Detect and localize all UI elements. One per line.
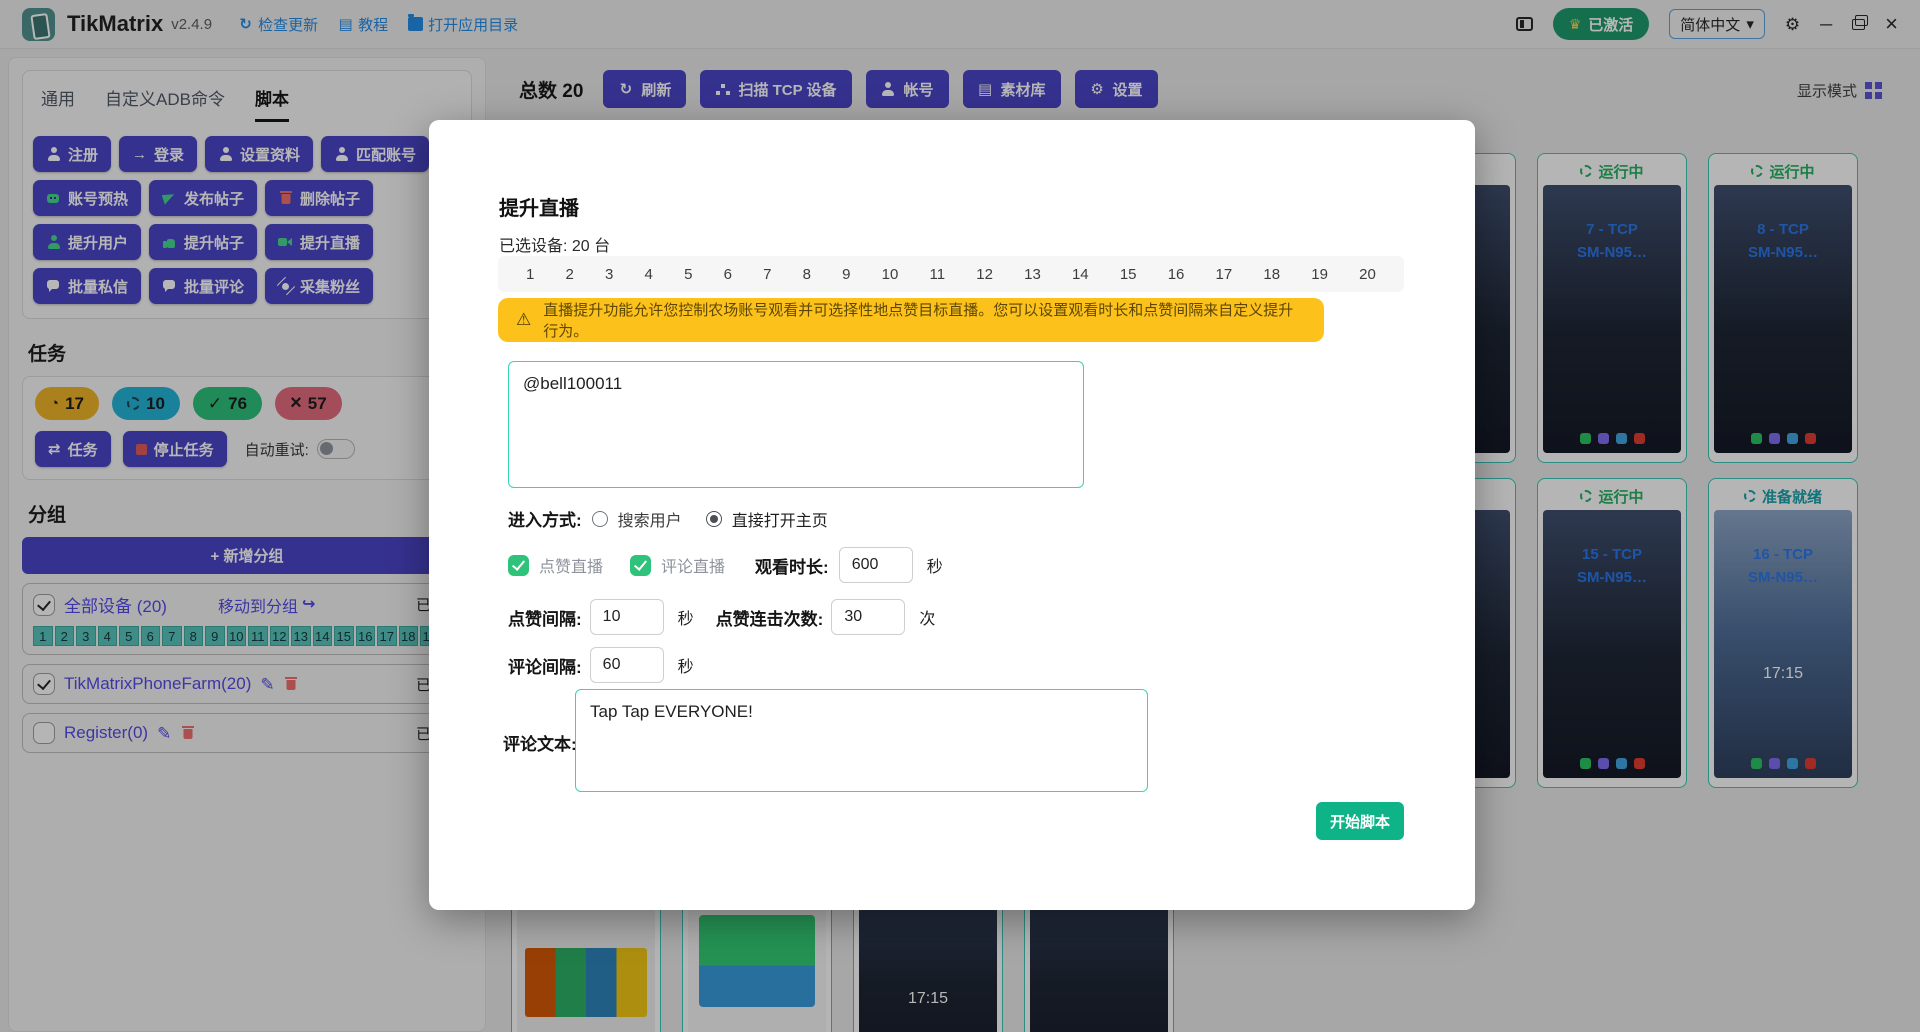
- like-interval-input[interactable]: [590, 599, 664, 635]
- selected-device-numbers: 1234567891011121314151617181920: [498, 256, 1404, 292]
- device-number: 10: [882, 266, 899, 283]
- warning-banner: 直播提升功能允许您控制农场账号观看并可选择性地点赞目标直播。您可以设置观看时长和…: [498, 298, 1324, 342]
- comment-interval-unit: 秒: [678, 653, 694, 677]
- comment-interval-input[interactable]: [590, 647, 664, 683]
- device-number: 16: [1168, 266, 1185, 283]
- device-number: 15: [1120, 266, 1137, 283]
- device-number: 18: [1263, 266, 1280, 283]
- boost-live-dialog: 提升直播 已选设备: 20 台 123456789101112131415161…: [429, 120, 1475, 910]
- comment-live-checkbox[interactable]: [630, 555, 651, 576]
- radio-open-homepage-label: 直接打开主页: [732, 507, 828, 531]
- entry-method-row: 进入方式: 搜索用户 直接打开主页: [508, 506, 828, 531]
- like-live-label: 点赞直播: [539, 553, 603, 577]
- comment-live-label: 评论直播: [661, 553, 725, 577]
- device-number: 19: [1311, 266, 1328, 283]
- like-combo-unit: 次: [919, 605, 935, 629]
- like-interval-label: 点赞间隔:: [508, 605, 582, 630]
- selected-devices-label: 已选设备: 20 台: [499, 232, 610, 256]
- device-number: 2: [566, 266, 574, 283]
- like-live-checkbox[interactable]: [508, 555, 529, 576]
- device-number: 3: [605, 266, 613, 283]
- warning-text: 直播提升功能允许您控制农场账号观看并可选择性地点赞目标直播。您可以设置观看时长和…: [543, 299, 1306, 341]
- comment-text-label: 评论文本:: [503, 730, 577, 755]
- device-number: 20: [1359, 266, 1376, 283]
- device-number: 14: [1072, 266, 1089, 283]
- device-number: 1: [526, 266, 534, 283]
- comment-interval-row: 评论间隔: 秒: [508, 647, 694, 683]
- target-username-input[interactable]: @bell100011: [508, 361, 1084, 488]
- device-number: 12: [976, 266, 993, 283]
- watch-options-row: 点赞直播 评论直播 观看时长: 秒: [508, 547, 943, 583]
- watch-duration-label: 观看时长:: [755, 553, 829, 578]
- device-number: 11: [930, 266, 946, 283]
- radio-open-homepage[interactable]: [706, 511, 722, 527]
- device-number: 8: [803, 266, 811, 283]
- device-number: 9: [842, 266, 850, 283]
- like-combo-label: 点赞连击次数:: [716, 605, 824, 630]
- like-combo-input[interactable]: [831, 599, 905, 635]
- entry-method-label: 进入方式:: [508, 506, 582, 531]
- device-number: 17: [1216, 266, 1233, 283]
- device-number: 5: [684, 266, 692, 283]
- like-interval-row: 点赞间隔: 秒 点赞连击次数: 次: [508, 599, 935, 635]
- device-number: 6: [724, 266, 732, 283]
- watch-duration-input[interactable]: [839, 547, 913, 583]
- like-interval-unit: 秒: [678, 605, 694, 629]
- device-number: 13: [1024, 266, 1041, 283]
- watch-duration-unit: 秒: [927, 553, 943, 577]
- device-number: 4: [645, 266, 653, 283]
- comment-text-input[interactable]: Tap Tap EVERYONE!: [575, 689, 1148, 792]
- app-window: TikMatrix v2.4.9 检查更新 教程 打开应用目录: [0, 0, 1920, 1032]
- device-number: 7: [763, 266, 771, 283]
- radio-search-user[interactable]: [592, 511, 608, 527]
- comment-interval-label: 评论间隔:: [508, 653, 582, 678]
- radio-search-user-label: 搜索用户: [618, 507, 682, 531]
- warning-icon: [516, 311, 531, 329]
- dialog-title: 提升直播: [499, 192, 579, 221]
- start-script-button[interactable]: 开始脚本: [1316, 802, 1404, 840]
